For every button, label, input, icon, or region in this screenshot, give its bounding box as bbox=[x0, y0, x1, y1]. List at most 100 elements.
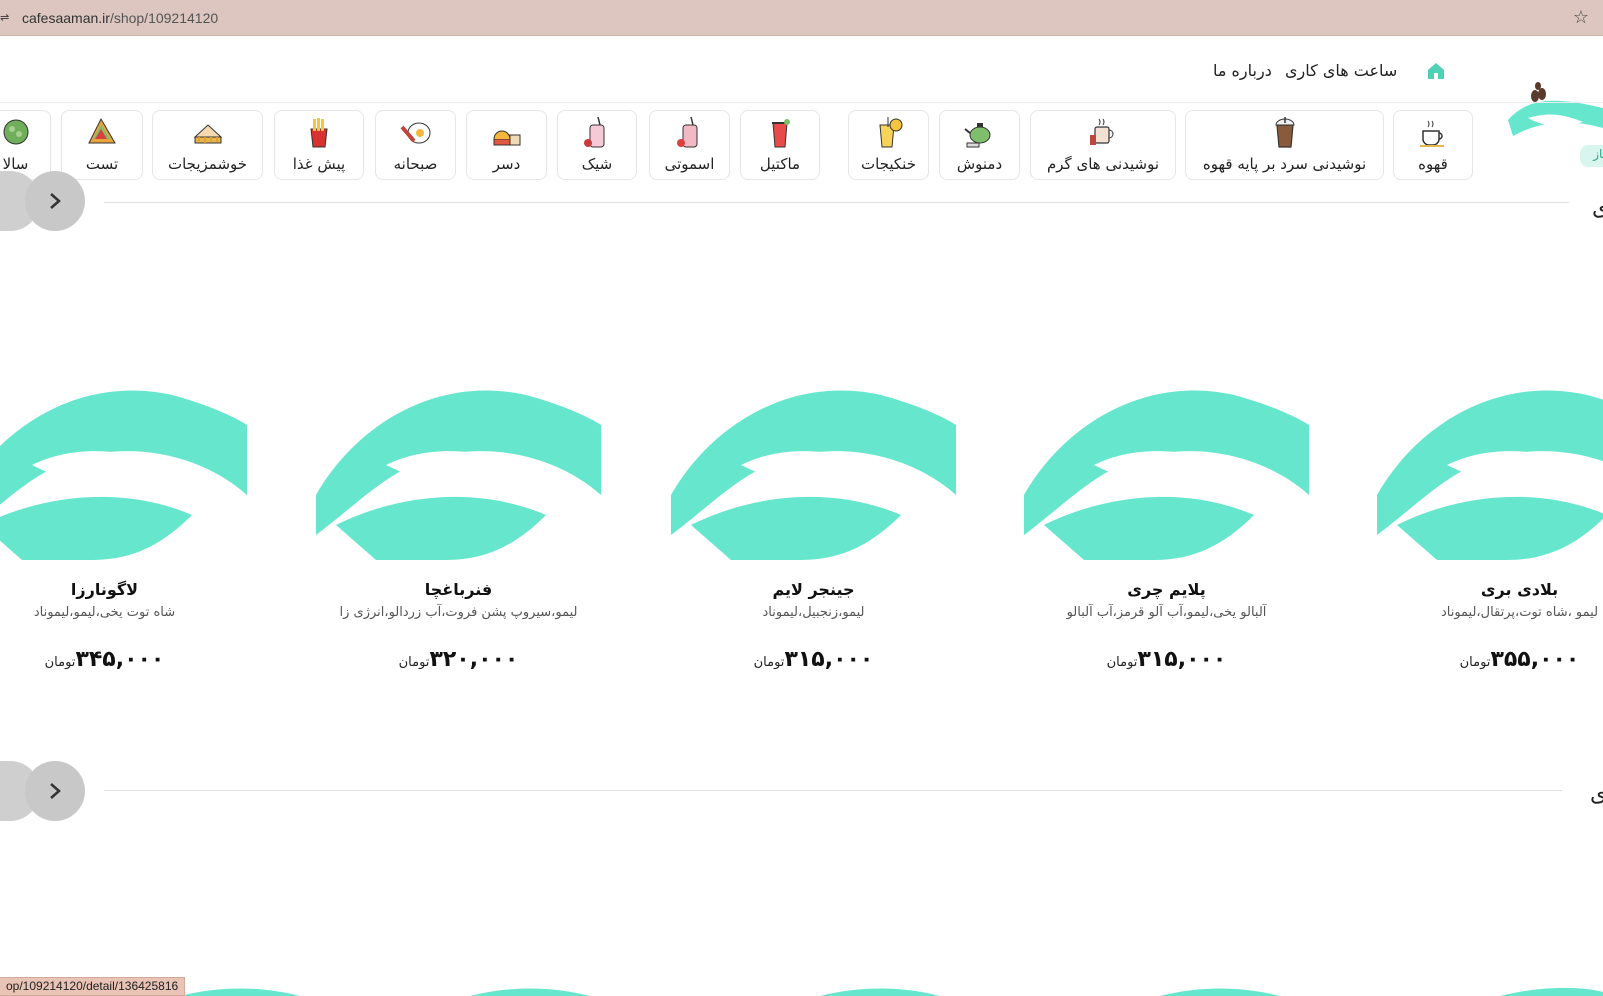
category-label: قهوه bbox=[1418, 155, 1448, 173]
product-price: ۳۵۵,۰۰۰تومان bbox=[1377, 647, 1603, 672]
nav-about-us[interactable]: درباره ما bbox=[1213, 61, 1272, 80]
category-breakfast[interactable]: صبحانه bbox=[375, 110, 456, 180]
category-hot-drinks[interactable]: نوشیدنی های گرم bbox=[1030, 110, 1176, 180]
iced-coffee-icon bbox=[1274, 117, 1295, 148]
category-label: خنکیجات bbox=[861, 155, 916, 173]
home-icon bbox=[1428, 63, 1444, 79]
section-title: ی bbox=[1592, 196, 1603, 221]
category-label: اسموتی bbox=[664, 155, 715, 173]
browser-status-url: op/109214120/detail/136425816 bbox=[0, 977, 186, 996]
product-description: آلبالو یخی،لیمو،آب آلو قرمز،آب آلبالو bbox=[1066, 605, 1267, 620]
category-herbal-tea[interactable]: دمنوش bbox=[939, 110, 1020, 180]
product-price: ۳۴۵,۰۰۰تومان bbox=[0, 647, 247, 672]
teapot-icon bbox=[963, 123, 990, 148]
site-settings-icon[interactable]: ⇌ bbox=[0, 12, 10, 24]
salad-icon bbox=[3, 119, 28, 145]
product-placeholder-image bbox=[671, 390, 956, 560]
product-description: لیمو،زنجبیل،لیموناد bbox=[762, 605, 865, 620]
category-dessert[interactable]: دسر bbox=[466, 110, 547, 180]
address-url[interactable]: cafesaaman.ir/shop/109214120 bbox=[22, 9, 218, 27]
product-card[interactable]: جینجر لایم لیمو،زنجبیل،لیموناد ۳۱۵,۰۰۰تو… bbox=[671, 385, 956, 685]
product-placeholder-image bbox=[316, 390, 601, 560]
carousel-next-button[interactable] bbox=[25, 171, 85, 231]
url-host: cafesaaman.ir bbox=[22, 10, 110, 26]
category-label: شیک bbox=[581, 155, 613, 173]
product-name: پلایم چری bbox=[1127, 580, 1206, 599]
lemonade-icon bbox=[878, 117, 902, 148]
category-snacks[interactable]: خوشمزیجات bbox=[152, 110, 263, 180]
category-cold-drinks[interactable]: خنکیجات bbox=[848, 110, 929, 180]
url-path: /shop/109214120 bbox=[109, 10, 219, 26]
product-placeholder-image bbox=[1024, 390, 1309, 560]
dessert-icon bbox=[493, 130, 520, 146]
category-label: دمنوش bbox=[956, 155, 1003, 173]
product-name: لاگونارزا bbox=[70, 580, 139, 599]
category-label: ماکتیل bbox=[759, 155, 801, 173]
price-currency: تومان bbox=[398, 655, 430, 670]
price-currency: تومان bbox=[44, 655, 76, 670]
price-value: ۳۱۵,۰۰۰ bbox=[1137, 647, 1227, 672]
product-placeholder-image bbox=[0, 390, 247, 560]
category-bar: قهوه نوشیدنی سرد بر پایه قهوه نوشیدنی ها… bbox=[0, 110, 1480, 182]
carousel-next-button[interactable] bbox=[25, 761, 85, 821]
bookmark-star-icon[interactable]: ☆ bbox=[1573, 7, 1589, 28]
category-shake[interactable]: شیک bbox=[557, 110, 637, 180]
mocktail-icon bbox=[772, 119, 790, 148]
product-price: ۳۱۵,۰۰۰تومان bbox=[671, 647, 956, 672]
coffee-cup-icon bbox=[1420, 120, 1444, 147]
product-name: جینجر لایم bbox=[772, 580, 855, 599]
category-toast[interactable]: تست bbox=[61, 110, 143, 180]
product-card[interactable]: لاگونارزا شاه توت یخی،لیمو،لیموناد ۳۴۵,۰… bbox=[0, 385, 247, 685]
product-name: بلادی بری bbox=[1480, 580, 1559, 599]
cafe-logo[interactable] bbox=[1508, 78, 1603, 148]
price-currency: تومان bbox=[1106, 655, 1138, 670]
breakfast-icon bbox=[399, 122, 430, 144]
price-currency: تومان bbox=[753, 655, 785, 670]
product-price: ۳۱۵,۰۰۰تومان bbox=[1024, 647, 1309, 672]
category-label: نوشیدنی های گرم bbox=[1046, 155, 1160, 173]
category-smoothie[interactable]: اسموتی bbox=[649, 110, 730, 180]
header-divider bbox=[0, 102, 1603, 103]
category-salad[interactable]: سالا bbox=[0, 110, 51, 180]
nav-working-hours[interactable]: ساعت های کاری bbox=[1285, 61, 1397, 80]
chevron-right-icon bbox=[50, 193, 61, 209]
category-iced-coffee[interactable]: نوشیدنی سرد بر پایه قهوه bbox=[1185, 110, 1384, 180]
next-row-images-peek bbox=[180, 987, 1603, 996]
price-value: ۳۱۵,۰۰۰ bbox=[784, 647, 874, 672]
top-navigation: ساعت های کاری درباره ما bbox=[0, 41, 1603, 118]
chevron-right-icon bbox=[50, 783, 61, 799]
category-appetizer[interactable]: پیش غذا bbox=[274, 110, 364, 180]
product-card[interactable]: بلادی بری لیمو ،شاه توت،پرتقال،لیموناد ۳… bbox=[1377, 385, 1603, 685]
category-label: صبحانه bbox=[393, 155, 438, 173]
category-label: تست bbox=[85, 155, 119, 173]
snack-icon bbox=[193, 124, 222, 144]
product-description: لیمو،سیروپ پشن فروت،آب زردالو،انرژی زا bbox=[339, 605, 578, 620]
category-label: پیش غذا bbox=[292, 155, 346, 173]
shake-icon bbox=[584, 116, 605, 148]
price-value: ۳۲۰,۰۰۰ bbox=[429, 647, 519, 672]
product-name: فنرباغچا bbox=[424, 580, 493, 599]
fries-icon bbox=[310, 118, 328, 148]
section-divider bbox=[104, 202, 1569, 203]
category-label: دسر bbox=[492, 155, 521, 173]
price-value: ۳۴۵,۰۰۰ bbox=[75, 647, 165, 672]
open-status-badge: باز bbox=[1580, 145, 1603, 167]
nav-home[interactable] bbox=[1420, 57, 1450, 118]
section-title: ی bbox=[1590, 782, 1603, 807]
toast-icon bbox=[88, 117, 116, 144]
category-label: نوشیدنی سرد بر پایه قهوه bbox=[1202, 155, 1367, 173]
section-divider bbox=[104, 790, 1562, 791]
hot-drink-icon bbox=[1090, 118, 1114, 145]
price-value: ۳۵۵,۰۰۰ bbox=[1490, 647, 1580, 672]
browser-address-bar[interactable]: ⇌ cafesaaman.ir/shop/109214120 ☆ bbox=[0, 0, 1603, 36]
product-card[interactable]: پلایم چری آلبالو یخی،لیمو،آب آلو قرمز،آب… bbox=[1024, 385, 1309, 685]
product-card[interactable]: فنرباغچا لیمو،سیروپ پشن فروت،آب زردالو،ا… bbox=[316, 385, 601, 685]
product-placeholder-image bbox=[1377, 390, 1603, 560]
product-price: ۳۲۰,۰۰۰تومان bbox=[316, 647, 601, 672]
product-description: شاه توت یخی،لیمو،لیموناد bbox=[33, 605, 176, 620]
category-coffee[interactable]: قهوه bbox=[1393, 110, 1473, 180]
category-label: خوشمزیجات bbox=[167, 155, 248, 173]
category-mocktail[interactable]: ماکتیل bbox=[740, 110, 820, 180]
price-currency: تومان bbox=[1459, 655, 1491, 670]
smoothie-icon bbox=[676, 116, 697, 148]
